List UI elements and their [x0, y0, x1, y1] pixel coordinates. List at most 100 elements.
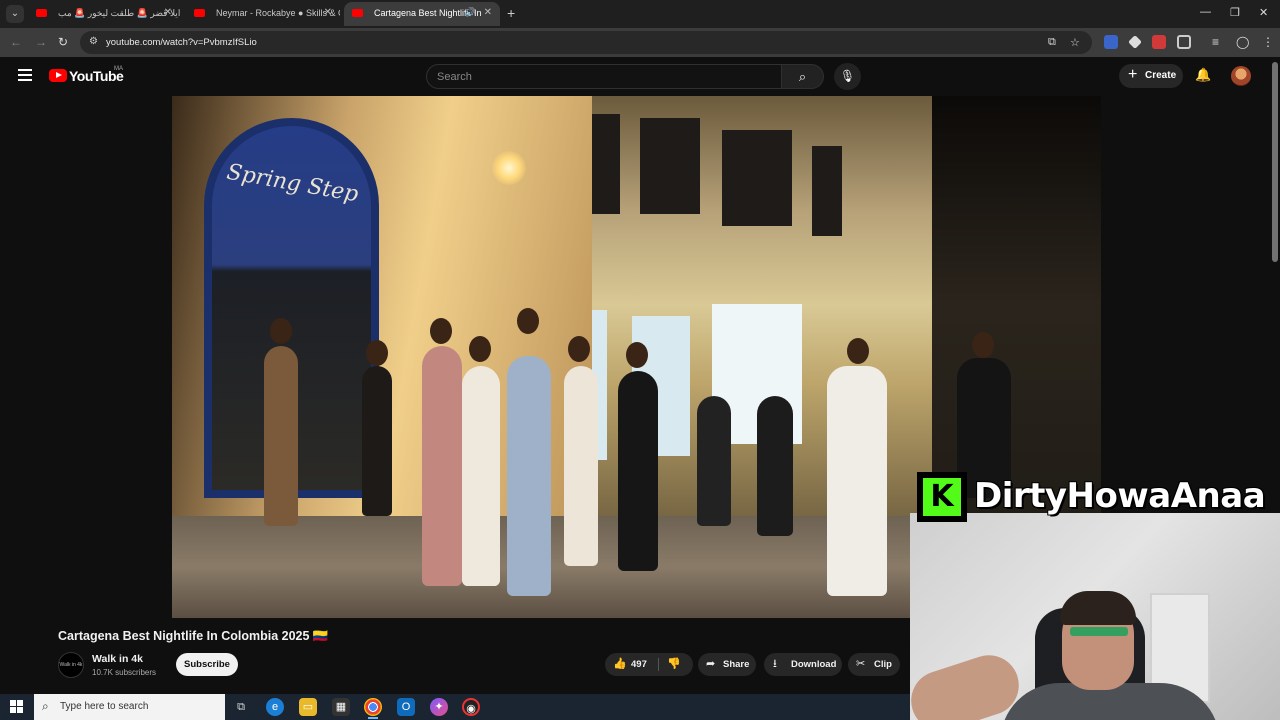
webcam-person-hair	[1060, 591, 1136, 625]
chrome-menu-icon[interactable]: ⋮	[1262, 35, 1274, 49]
extensions-puzzle-icon[interactable]	[1177, 35, 1191, 49]
url-text[interactable]: youtube.com/watch?v=PvbmzIfSLio	[106, 37, 257, 48]
subscriber-count: 10.7K subscribers	[92, 668, 157, 677]
messenger-icon[interactable]: ✦	[430, 698, 448, 716]
back-icon[interactable]: ←	[10, 35, 22, 49]
clip-label: Clip	[874, 659, 892, 670]
outlook-icon[interactable]: O	[397, 698, 415, 716]
video-info-panel: Cartagena Best Nightlife In Colombia 202…	[0, 618, 910, 694]
search-box[interactable]	[426, 64, 782, 89]
address-bar[interactable]: ⚙ youtube.com/watch?v=PvbmzIfSLio ⧉ ☆	[80, 31, 1092, 54]
notifications-bell-icon[interactable]: 🔔	[1195, 67, 1211, 83]
microphone-icon: 🎙	[839, 69, 856, 83]
video-frame-window	[812, 146, 842, 236]
country-code: MA	[114, 66, 123, 72]
youtube-logo-icon[interactable]	[49, 69, 67, 82]
channel-avatar-text: Walk in 4k	[59, 662, 83, 668]
video-frame-person	[757, 396, 793, 536]
create-label: Create	[1145, 70, 1177, 81]
browser-tab-1[interactable]: ايلا قضر 🚨 طلقت ليخور 🚨 مب ✕	[28, 2, 180, 26]
page-scrollbar[interactable]	[1272, 62, 1278, 262]
close-tab-icon[interactable]: ✕	[164, 7, 172, 18]
tab-title: ايلا قضر 🚨 طلقت ليخور 🚨 مب	[58, 8, 180, 18]
translate-extension-icon[interactable]	[1104, 35, 1118, 49]
task-view-icon[interactable]: ⧉	[232, 698, 250, 716]
windows-taskbar: ⌕ Type here to search ⧉ e ▭ ▦ O ✦ ◉	[0, 694, 910, 720]
subscribe-button[interactable]: Subscribe	[176, 653, 238, 676]
like-count[interactable]: 497	[631, 653, 647, 676]
browser-tab-2[interactable]: Neymar - Rockabye ● Skills & G ✕	[186, 2, 340, 26]
channel-name[interactable]: Walk in 4k	[92, 653, 143, 665]
streamer-name: DirtyHowaAnaa	[974, 476, 1266, 516]
reload-icon[interactable]: ↻	[58, 35, 68, 49]
dislike-icon[interactable]: 👎	[667, 653, 681, 676]
video-frame-person-head	[517, 308, 539, 334]
minimize-icon[interactable]: —	[1200, 6, 1211, 18]
video-frame-person	[564, 366, 598, 566]
voice-search-button[interactable]: 🎙	[834, 63, 861, 90]
video-frame-person	[462, 366, 500, 586]
youtube-header: YouTube MA ⌕ 🎙 + Create 🔔	[0, 57, 1280, 95]
forward-icon[interactable]: →	[35, 35, 47, 49]
extension-diamond-icon[interactable]	[1128, 35, 1142, 49]
speaker-icon[interactable]: 🔊	[465, 7, 476, 18]
like-dislike-group: 👍 497 👎	[605, 653, 693, 676]
video-frame-person-head	[366, 340, 388, 366]
video-frame-person-head	[430, 318, 452, 344]
close-window-icon[interactable]: ✕	[1259, 6, 1268, 19]
restore-icon[interactable]: ❐	[1230, 6, 1240, 19]
windows-start-icon[interactable]	[10, 700, 24, 714]
user-avatar[interactable]	[1231, 66, 1251, 86]
close-tab-icon[interactable]: ✕	[324, 7, 332, 18]
microsoft-store-icon[interactable]: ▦	[332, 698, 350, 716]
taskbar-search[interactable]: ⌕ Type here to search	[34, 694, 225, 720]
search-input[interactable]	[437, 71, 757, 83]
share-button[interactable]: ➦ Share	[698, 653, 756, 676]
browser-toolbar: ← → ↻ ⚙ youtube.com/watch?v=PvbmzIfSLio …	[0, 28, 1280, 57]
video-frame-person	[827, 366, 887, 596]
site-info-icon[interactable]: ⚙	[89, 36, 98, 47]
streamer-name-banner: K DirtyHowaAnaa	[917, 472, 1280, 522]
profile-icon[interactable]: ◯	[1236, 35, 1249, 49]
chrome-icon[interactable]	[364, 698, 382, 719]
video-frame-person-head	[972, 332, 994, 358]
extension-red-icon[interactable]	[1152, 35, 1166, 49]
file-explorer-icon[interactable]: ▭	[299, 698, 317, 716]
menu-icon[interactable]	[18, 69, 32, 84]
create-button[interactable]: + Create	[1119, 64, 1183, 88]
browser-tab-3[interactable]: Cartagena Best Nightlife In 🔊 ✕	[344, 2, 500, 26]
like-icon[interactable]: 👍	[613, 653, 627, 676]
taskbar-search-text: Type here to search	[60, 701, 149, 712]
kick-logo: K	[917, 472, 967, 522]
video-title: Cartagena Best Nightlife In Colombia 202…	[58, 629, 329, 643]
bookmark-star-icon[interactable]: ☆	[1070, 36, 1080, 49]
download-button[interactable]: ⭳ Download	[764, 653, 842, 676]
tab-list-icon[interactable]: ≡	[1212, 35, 1219, 49]
share-label: Share	[723, 659, 750, 670]
video-frame-person	[362, 366, 392, 516]
video-frame-person-head	[469, 336, 491, 362]
like-divider	[658, 658, 659, 671]
search-icon: ⌕	[798, 69, 807, 84]
install-app-icon[interactable]: ⧉	[1048, 36, 1056, 49]
plus-icon: +	[1128, 66, 1138, 83]
video-frame-person	[697, 396, 731, 526]
kick-logo-icon: K	[923, 478, 961, 516]
clip-button[interactable]: ✂ Clip	[848, 653, 900, 676]
obs-icon[interactable]: ◉	[462, 698, 480, 716]
close-tab-icon[interactable]: ✕	[484, 7, 492, 18]
streamer-webcam	[910, 513, 1280, 720]
new-tab-button[interactable]: +	[507, 5, 515, 21]
youtube-favicon-icon	[194, 9, 205, 17]
channel-avatar[interactable]: Walk in 4k	[58, 652, 84, 678]
search-icon: ⌕	[42, 699, 49, 713]
video-frame-person	[264, 346, 298, 526]
youtube-favicon-icon	[36, 9, 47, 17]
edge-icon[interactable]: e	[266, 698, 284, 716]
video-frame-person-head	[626, 342, 648, 368]
webcam-glasses	[1070, 627, 1128, 636]
scissors-icon: ✂	[856, 658, 866, 670]
search-button[interactable]: ⌕	[782, 64, 824, 89]
share-icon: ➦	[706, 658, 716, 670]
tab-search-button[interactable]: ⌄	[6, 5, 24, 23]
